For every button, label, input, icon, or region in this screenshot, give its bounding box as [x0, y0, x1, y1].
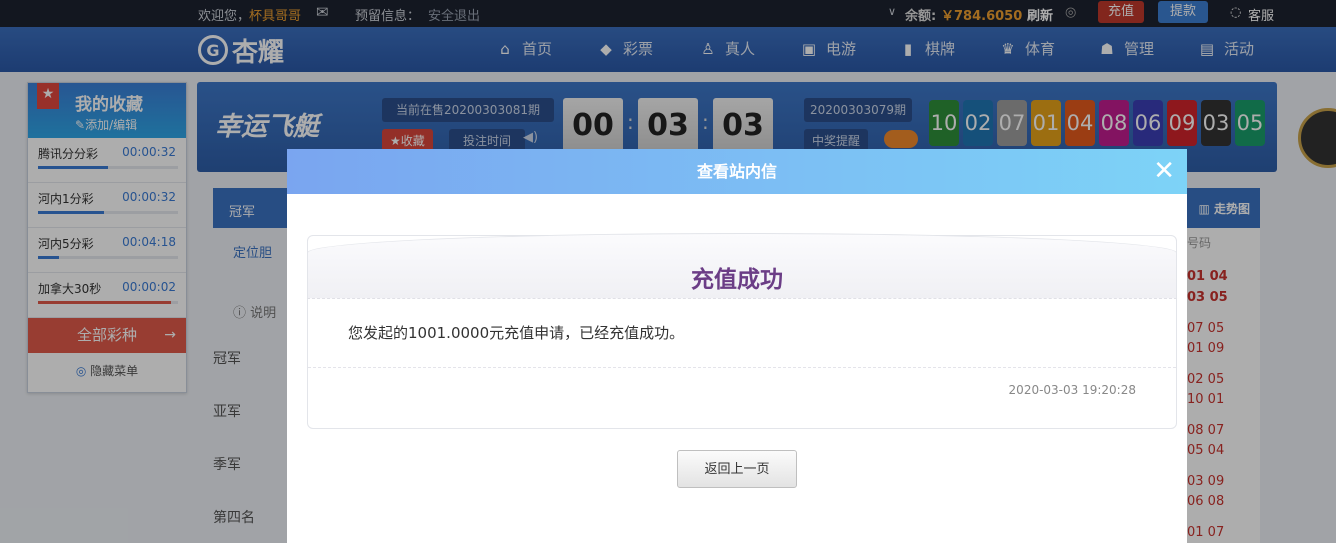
message-date: 2020-03-03 19:20:28 — [1008, 383, 1136, 397]
modal-header: 查看站内信 ✕ — [287, 149, 1187, 194]
close-icon[interactable]: ✕ — [1153, 149, 1175, 194]
divider — [308, 367, 1176, 368]
message-heading: 充值成功 — [691, 267, 783, 293]
back-button[interactable]: 返回上一页 — [677, 450, 797, 488]
message-body: 您发起的1001.0000元充值申请，已经充值成功。 — [348, 324, 685, 342]
message-modal: 查看站内信 ✕ 充值成功 您发起的1001.0000元充值申请，已经充值成功。 … — [287, 149, 1187, 543]
modal-title: 查看站内信 — [696, 162, 777, 181]
